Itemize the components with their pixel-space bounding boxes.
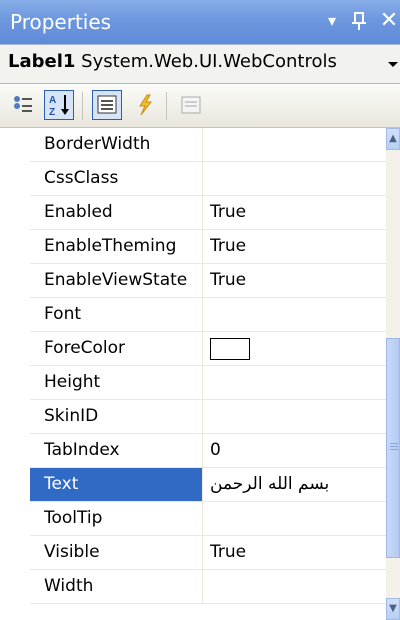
property-name: EnableTheming <box>44 236 177 256</box>
scroll-grip <box>390 446 398 447</box>
property-row-width[interactable]: Width <box>30 570 386 604</box>
property-row-forecolor[interactable]: ForeColor <box>30 332 386 366</box>
vertical-scrollbar[interactable]: ▲ ▼ <box>386 128 400 620</box>
property-name: Text <box>30 468 202 501</box>
property-name: CssClass <box>44 168 119 188</box>
scroll-grip <box>390 449 398 450</box>
property-name: Font <box>44 304 82 324</box>
color-swatch[interactable] <box>210 338 250 360</box>
property-name: Visible <box>44 542 100 562</box>
selected-object-name: Label1 <box>8 51 76 72</box>
window-position-dropdown-icon[interactable]: ▾ <box>318 7 346 35</box>
property-name: Enabled <box>44 202 113 222</box>
property-row-tooltip[interactable]: ToolTip <box>30 502 386 536</box>
auto-hide-pin-icon[interactable] <box>345 7 373 35</box>
toolbar-separator <box>82 92 83 120</box>
property-row-borderwidth[interactable]: BorderWidth <box>30 128 386 162</box>
svg-text:A: A <box>49 95 56 106</box>
property-row-text[interactable]: Text بسم الله الرحمن <box>30 468 386 502</box>
property-name: Height <box>44 372 101 392</box>
column-divider[interactable] <box>202 536 203 570</box>
property-value[interactable]: True <box>210 264 386 297</box>
grid-margin <box>0 128 30 620</box>
scroll-up-icon[interactable]: ▲ <box>386 128 400 150</box>
title-bar: Properties ▾ ✕ <box>0 0 400 44</box>
column-divider[interactable] <box>202 468 203 502</box>
column-divider[interactable] <box>202 434 203 468</box>
properties-window: Properties ▾ ✕ Label1 System.Web.UI.WebC… <box>0 0 400 620</box>
property-name: EnableViewState <box>44 270 188 290</box>
object-selector-dropdown[interactable]: Label1 System.Web.UI.WebControls <box>0 44 400 84</box>
scroll-grip <box>390 443 398 444</box>
column-divider[interactable] <box>202 400 203 434</box>
column-divider[interactable] <box>202 332 203 366</box>
property-grid: BorderWidth CssClass Enabled True EnableThem… <box>0 128 400 620</box>
chevron-down-icon[interactable] <box>386 57 400 71</box>
property-row-font[interactable]: Font+ <box>30 298 386 332</box>
property-row-visible[interactable]: Visible True <box>30 536 386 570</box>
column-divider[interactable] <box>202 162 203 196</box>
window-title: Properties <box>10 10 112 34</box>
column-divider[interactable] <box>202 298 203 332</box>
events-lightning-icon[interactable] <box>130 90 160 120</box>
toolbar: A Z <box>0 84 400 128</box>
scroll-down-icon[interactable]: ▼ <box>386 598 400 620</box>
property-value[interactable]: True <box>210 536 386 569</box>
property-name: BorderWidth <box>44 134 151 154</box>
svg-text:Z: Z <box>49 107 55 118</box>
property-name: Width <box>44 576 94 596</box>
close-icon[interactable]: ✕ <box>375 7 400 35</box>
property-value[interactable]: True <box>210 230 386 263</box>
scroll-thumb[interactable] <box>386 338 400 558</box>
property-name: SkinID <box>44 406 99 426</box>
properties-icon[interactable] <box>92 90 122 120</box>
categorized-icon[interactable] <box>8 90 38 120</box>
property-row-enabled[interactable]: Enabled True <box>30 196 386 230</box>
property-row-enabletheming[interactable]: EnableTheming True <box>30 230 386 264</box>
column-divider[interactable] <box>202 502 203 536</box>
alphabetical-sort-icon[interactable]: A Z <box>44 90 74 120</box>
property-value[interactable]: بسم الله الرحمن <box>210 468 386 501</box>
property-row-cssclass[interactable]: CssClass <box>30 162 386 196</box>
column-divider[interactable] <box>202 570 203 604</box>
object-selector-text: Label1 System.Web.UI.WebControls <box>8 51 337 72</box>
property-list: BorderWidth CssClass Enabled True EnableThem… <box>30 128 386 620</box>
toolbar-separator <box>166 92 167 120</box>
property-row-skinid[interactable]: SkinID <box>30 400 386 434</box>
property-value[interactable]: 0 <box>210 434 386 467</box>
property-row-height[interactable]: Height <box>30 366 386 400</box>
property-name: ForeColor <box>44 338 126 358</box>
column-divider[interactable] <box>202 128 203 162</box>
property-row-tabindex[interactable]: TabIndex 0 <box>30 434 386 468</box>
property-pages-icon[interactable] <box>176 90 206 120</box>
property-name: TabIndex <box>44 440 120 460</box>
column-divider[interactable] <box>202 196 203 230</box>
column-divider[interactable] <box>202 264 203 298</box>
column-divider[interactable] <box>202 230 203 264</box>
property-row-enableviewstate[interactable]: EnableViewState True <box>30 264 386 298</box>
column-divider[interactable] <box>202 366 203 400</box>
selected-object-type: System.Web.UI.WebControls <box>81 51 337 72</box>
property-name: ToolTip <box>44 508 103 528</box>
property-value[interactable]: True <box>210 196 386 229</box>
